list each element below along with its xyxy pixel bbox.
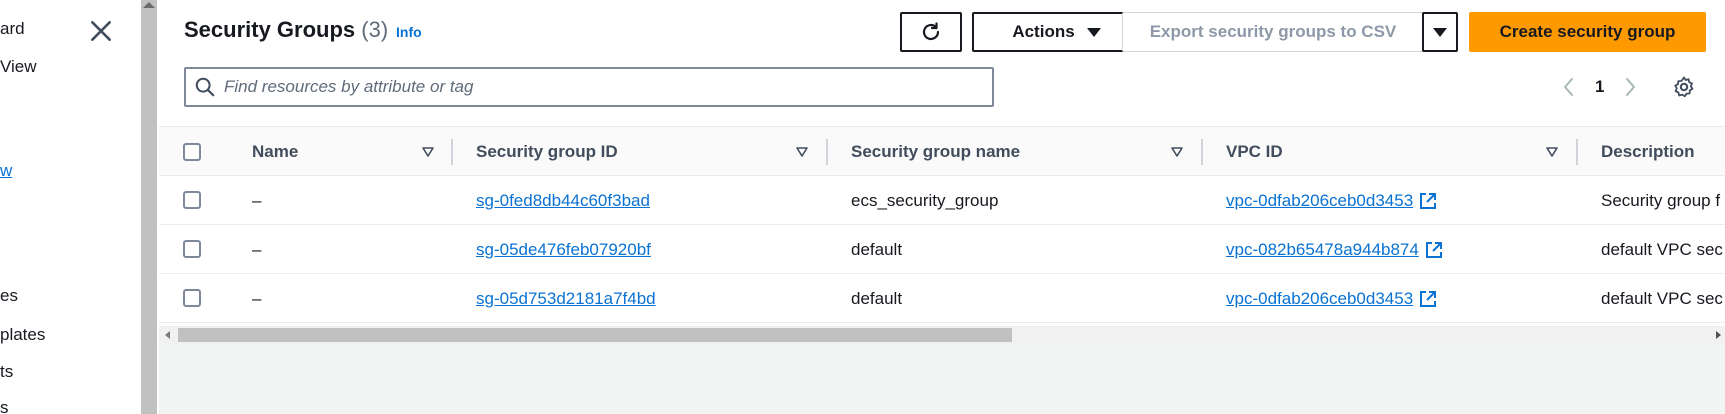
horizontal-scrollbar-thumb[interactable] [178,328,1012,342]
sidebar-item-templates[interactable]: plates [0,325,45,345]
create-security-group-button[interactable]: Create security group [1469,12,1706,52]
row-checkbox[interactable] [183,289,201,307]
scroll-up-arrow-icon[interactable] [143,2,155,8]
scroll-right-arrow-icon[interactable] [1716,331,1721,339]
page-background [159,344,1725,414]
column-resize-handle[interactable] [1201,139,1203,165]
external-link-icon[interactable] [1419,192,1437,210]
cell-vpc-id: vpc-082b65478a944b874 [1226,225,1443,274]
table-row[interactable]: – sg-05de476feb07920bf default vpc-082b6… [159,225,1725,274]
vpc-id-link[interactable]: vpc-082b65478a944b874 [1226,240,1419,260]
cell-security-group-id: sg-05d753d2181a7f4bd [476,274,656,323]
chevron-left-icon[interactable] [1559,74,1579,100]
sort-icon[interactable] [1170,145,1184,159]
column-resize-handle[interactable] [451,139,453,165]
info-link[interactable]: Info [396,24,422,40]
row-checkbox[interactable] [183,240,201,258]
external-link-icon[interactable] [1425,241,1443,259]
column-header-description[interactable]: Description [1601,127,1695,177]
column-header-security-group-id[interactable]: Security group ID [476,127,618,177]
cell-description: default VPC sec [1601,288,1723,308]
sidebar: ard View w es plates ts s [0,0,139,414]
caret-down-icon [1086,27,1101,37]
page-title-text: Security Groups [184,17,356,42]
cell-vpc-id: vpc-0dfab206ceb0d3453 [1226,176,1437,225]
resource-count: (3) [361,17,389,42]
security-group-id-link[interactable]: sg-05d753d2181a7f4bd [476,289,656,309]
search-icon [195,77,215,97]
chevron-right-icon[interactable] [1620,74,1640,100]
security-group-id-link[interactable]: sg-05de476feb07920bf [476,240,651,260]
sort-icon[interactable] [1545,145,1559,159]
row-checkbox[interactable] [183,191,201,209]
vpc-id-link[interactable]: vpc-0dfab206ceb0d3453 [1226,289,1413,309]
actions-button-label: Actions [1012,22,1075,41]
column-header-vpc-id[interactable]: VPC ID [1226,127,1283,177]
actions-button[interactable]: Actions [972,12,1141,52]
cell-security-group-name: default [851,288,903,308]
cell-description: default VPC sec [1601,239,1723,259]
main-panel: Security Groups (3) Info Actions Export … [159,0,1725,414]
column-resize-handle[interactable] [1576,139,1578,165]
external-link-icon[interactable] [1419,290,1437,308]
cell-description: Security group f [1601,190,1721,210]
table-row[interactable]: – sg-05d753d2181a7f4bd default vpc-0dfab… [159,274,1725,323]
table-horizontal-scrollbar[interactable] [159,326,1725,344]
page-title: Security Groups (3) [184,17,388,43]
column-header-security-group-name[interactable]: Security group name [851,127,1020,177]
table-header: Name Security group ID Security group na… [159,126,1725,176]
vpc-id-link[interactable]: vpc-0dfab206ceb0d3453 [1226,191,1413,211]
export-dropdown-button[interactable] [1422,12,1458,52]
cell-name: – [252,239,262,259]
table-row[interactable]: – sg-0fed8db44c60f3bad ecs_security_grou… [159,176,1725,225]
cell-name: – [252,190,262,210]
sort-icon[interactable] [421,145,435,159]
create-security-group-label: Create security group [1499,22,1676,41]
sidebar-item-active[interactable]: w [0,161,12,181]
sidebar-item-overview[interactable]: View [0,57,37,77]
pagination: 1 [1559,74,1640,100]
sidebar-scrollbar[interactable] [139,0,159,414]
cell-security-group-id: sg-0fed8db44c60f3bad [476,176,650,225]
refresh-button[interactable] [900,12,962,52]
settings-gear-icon[interactable] [1672,75,1696,99]
search-bar[interactable] [184,67,994,107]
sidebar-item-instances[interactable]: es [0,286,18,306]
column-header-name[interactable]: Name [252,127,298,177]
cell-vpc-id: vpc-0dfab206ceb0d3453 [1226,274,1437,323]
page-header: Security Groups (3) Info Actions Export … [159,0,1725,126]
export-csv-button[interactable]: Export security groups to CSV [1122,12,1424,52]
sidebar-scrollbar-thumb[interactable] [141,0,157,414]
search-input[interactable] [224,77,964,97]
security-group-id-link[interactable]: sg-0fed8db44c60f3bad [476,191,650,211]
current-page-number[interactable]: 1 [1595,77,1604,97]
sidebar-item-misc[interactable]: s [0,398,9,414]
close-icon[interactable] [88,18,114,44]
app-root: ard View w es plates ts s Security Group… [0,0,1725,414]
security-groups-table: Name Security group ID Security group na… [159,126,1725,326]
cell-security-group-id: sg-05de476feb07920bf [476,225,651,274]
refresh-icon [922,22,940,41]
sidebar-item-requests[interactable]: ts [0,362,13,382]
scroll-left-arrow-icon[interactable] [165,331,170,339]
sort-icon[interactable] [795,145,809,159]
caret-down-icon [1433,27,1447,37]
sidebar-item-dashboard[interactable]: ard [0,19,25,39]
cell-security-group-name: ecs_security_group [851,190,999,210]
column-resize-handle[interactable] [826,139,828,165]
cell-name: – [252,288,262,308]
cell-security-group-name: default [851,239,903,259]
select-all-checkbox[interactable] [183,143,201,161]
export-csv-label: Export security groups to CSV [1149,22,1397,41]
